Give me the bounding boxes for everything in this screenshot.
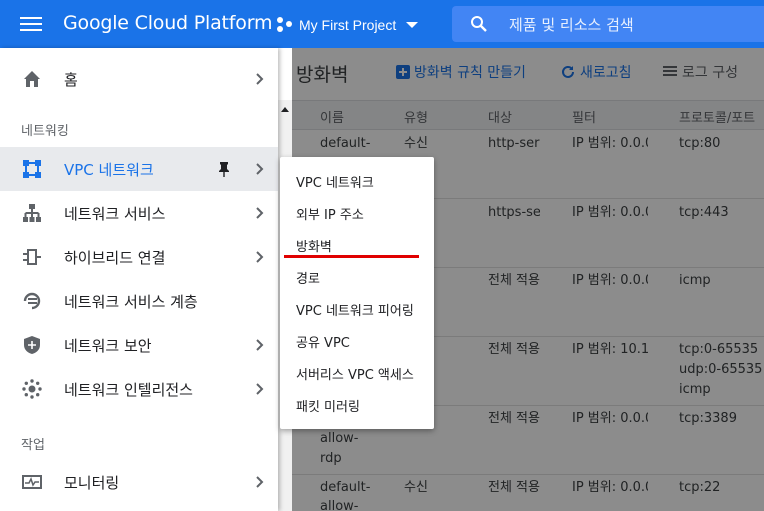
submenu-item-routes[interactable]: 경로 <box>296 268 320 287</box>
submenu-item-shared-vpc[interactable]: 공유 VPC <box>296 332 350 351</box>
network-security-icon <box>24 336 40 354</box>
submenu-item-firewall[interactable]: 방화벽 <box>296 236 332 255</box>
network-tiers-icon <box>23 292 41 310</box>
chevron-right-icon <box>256 383 264 395</box>
app-title[interactable]: Google Cloud Platform <box>63 12 272 34</box>
search-placeholder: 제품 및 리소스 검색 <box>509 16 634 34</box>
chevron-right-icon <box>256 163 264 175</box>
chevron-right-icon <box>256 476 264 488</box>
chevron-right-icon <box>256 339 264 351</box>
top-bar: Google Cloud Platform My First Project 제… <box>0 0 764 48</box>
sidebar-item-network-intelligence[interactable]: 네트워크 인텔리전스 <box>0 367 278 411</box>
sidebar-item-network-security[interactable]: 네트워크 보안 <box>0 323 278 367</box>
sidebar-item-label: 네트워크 보안 <box>64 336 152 355</box>
sidebar-item-label: 하이브리드 연결 <box>64 248 166 267</box>
highlight-underline <box>284 255 419 258</box>
search-icon <box>471 16 487 32</box>
vpc-network-submenu: VPC 네트워크 외부 IP 주소 방화벽 경로 VPC 네트워크 피어링 공유… <box>280 157 434 429</box>
hybrid-connectivity-icon <box>23 249 41 265</box>
project-selector[interactable]: My First Project <box>277 14 419 36</box>
network-intelligence-icon <box>22 379 42 399</box>
sidebar-item-vpc-network[interactable]: VPC 네트워크 <box>0 147 278 191</box>
submenu-item-packet-mirroring[interactable]: 패킷 미러링 <box>296 396 360 415</box>
vpc-network-icon <box>23 160 41 178</box>
search-input[interactable]: 제품 및 리소스 검색 <box>452 6 764 42</box>
section-header-networking: 네트워킹 <box>21 124 69 139</box>
sidebar-item-monitoring[interactable]: 모니터링 <box>0 460 278 504</box>
network-services-icon <box>23 204 41 222</box>
submenu-item-serverless-vpc-access[interactable]: 서버리스 VPC 액세스 <box>296 364 414 383</box>
navigation-sidebar: 홈 네트워킹 VPC 네트워크 네트워크 서비스 하이브리드 연결 네트워크 서… <box>0 48 278 511</box>
chevron-right-icon <box>256 207 264 219</box>
sidebar-item-label: 네트워크 서비스 계층 <box>64 292 198 311</box>
home-icon <box>24 71 40 87</box>
sidebar-item-label: 네트워크 인텔리전스 <box>64 380 193 399</box>
sidebar-item-home[interactable]: 홈 <box>0 57 278 101</box>
submenu-item-external-ip[interactable]: 외부 IP 주소 <box>296 204 364 223</box>
sidebar-item-label: 홈 <box>64 70 78 89</box>
menu-icon[interactable] <box>20 14 42 34</box>
chevron-right-icon <box>256 73 264 85</box>
sidebar-item-network-services[interactable]: 네트워크 서비스 <box>0 191 278 235</box>
pin-icon[interactable] <box>218 161 230 177</box>
chevron-right-icon <box>256 251 264 263</box>
submenu-item-vpc-networks[interactable]: VPC 네트워크 <box>296 172 374 191</box>
section-header-operations: 작업 <box>21 438 45 453</box>
sidebar-item-label: 네트워크 서비스 <box>64 204 166 223</box>
project-name: My First Project <box>299 17 397 33</box>
submenu-item-vpc-peering[interactable]: VPC 네트워크 피어링 <box>296 300 414 319</box>
monitoring-icon <box>22 475 42 489</box>
sidebar-item-label: 모니터링 <box>64 473 120 492</box>
project-hierarchy-icon <box>277 17 293 33</box>
sidebar-item-label: VPC 네트워크 <box>64 160 154 179</box>
sidebar-item-network-tiers[interactable]: 네트워크 서비스 계층 <box>0 279 278 323</box>
chevron-down-icon <box>406 22 419 28</box>
sidebar-item-hybrid-connectivity[interactable]: 하이브리드 연결 <box>0 235 278 279</box>
scroll-up-arrow-icon[interactable] <box>278 104 292 116</box>
